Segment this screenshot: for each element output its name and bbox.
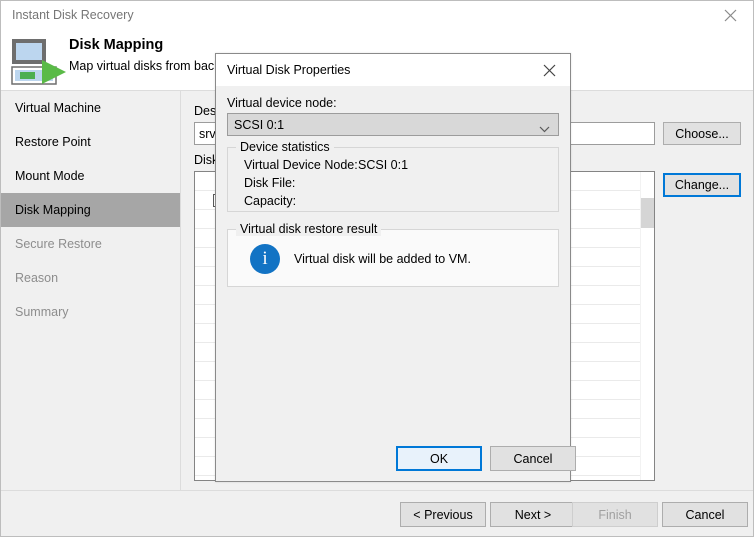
previous-button[interactable]: < Previous: [400, 502, 486, 527]
sidebar-item-label: Restore Point: [15, 135, 91, 149]
page-title: Disk Mapping: [69, 37, 164, 53]
next-button[interactable]: Next >: [490, 502, 576, 527]
sidebar-item-virtual-machine[interactable]: Virtual Machine: [1, 91, 180, 125]
virtual-device-node-label: Virtual device node:: [227, 96, 337, 110]
sidebar-item-disk-mapping[interactable]: Disk Mapping: [1, 193, 180, 227]
close-icon[interactable]: [528, 54, 570, 86]
virtual-disk-restore-result-label: Virtual disk restore result: [236, 222, 382, 236]
stat-key-capacity: Capacity:: [244, 194, 297, 208]
sidebar-item-secure-restore[interactable]: Secure Restore: [1, 227, 180, 261]
table-scrollbar[interactable]: [640, 172, 654, 480]
window-title-bar: Instant Disk Recovery: [1, 1, 753, 29]
change-button[interactable]: Change...: [663, 173, 741, 197]
window-title: Instant Disk Recovery: [12, 8, 134, 22]
info-icon: i: [250, 244, 280, 274]
dialog-cancel-button[interactable]: Cancel: [490, 446, 576, 471]
virtual-device-node-select[interactable]: SCSI 0:1: [227, 113, 559, 136]
close-icon[interactable]: [708, 1, 753, 29]
sidebar-item-mount-mode[interactable]: Mount Mode: [1, 159, 180, 193]
virtual-disk-restore-result-group: Virtual disk restore result i Virtual di…: [227, 222, 559, 287]
choose-button[interactable]: Choose...: [663, 122, 741, 145]
dialog-title-bar: Virtual Disk Properties: [216, 54, 570, 86]
restore-result-text: Virtual disk will be added to VM.: [294, 252, 471, 266]
cancel-button[interactable]: Cancel: [662, 502, 748, 527]
stat-key-virtual-device-node: Virtual Device Node:: [244, 158, 358, 172]
stat-value-virtual-device-node: SCSI 0:1: [358, 158, 409, 172]
table-scrollbar-thumb[interactable]: [641, 198, 654, 228]
wizard-footer: < Previous Next > Finish Cancel: [1, 490, 753, 536]
sidebar-item-label: Secure Restore: [15, 237, 102, 251]
sidebar-item-label: Virtual Machine: [15, 101, 101, 115]
sidebar-item-summary[interactable]: Summary: [1, 295, 180, 329]
sidebar-item-reason[interactable]: Reason: [1, 261, 180, 295]
finish-button: Finish: [572, 502, 658, 527]
stat-key-disk-file: Disk File:: [244, 176, 296, 190]
virtual-device-node-value: SCSI 0:1: [234, 117, 285, 132]
sidebar-item-label: Reason: [15, 271, 59, 285]
sidebar-item-restore-point[interactable]: Restore Point: [1, 125, 180, 159]
device-statistics-label: Device statistics: [236, 140, 334, 154]
virtual-disk-properties-dialog: Virtual Disk Properties Virtual device n…: [215, 53, 576, 482]
dialog-title: Virtual Disk Properties: [227, 63, 351, 77]
wizard-sidebar: Virtual Machine Restore Point Mount Mode…: [1, 91, 181, 492]
sidebar-item-label: Summary: [15, 305, 69, 319]
sidebar-item-label: Mount Mode: [15, 169, 85, 183]
sidebar-item-label: Disk Mapping: [15, 203, 91, 217]
ok-button[interactable]: OK: [396, 446, 482, 471]
instant-disk-recovery-icon: [9, 31, 71, 87]
device-statistics-group: Device statistics Virtual Device Node: S…: [227, 140, 559, 212]
chevron-down-icon: [539, 122, 550, 136]
